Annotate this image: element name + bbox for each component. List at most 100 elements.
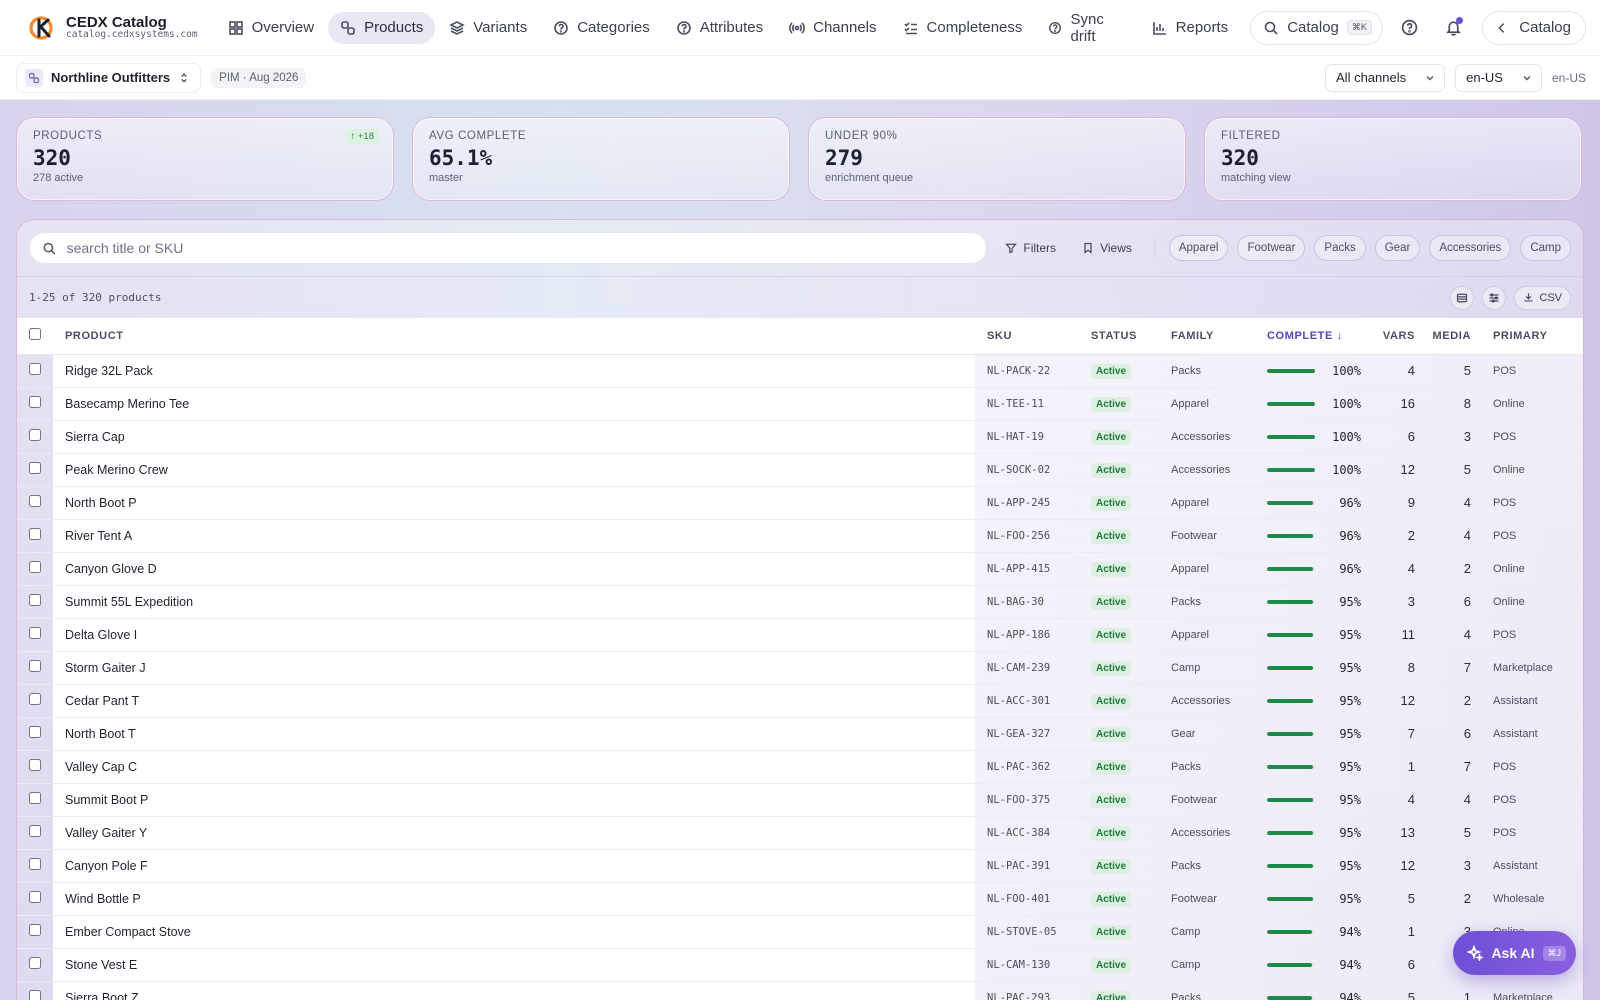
nav-overview[interactable]: Overview [216, 12, 327, 44]
row-checkbox[interactable] [29, 858, 41, 870]
col-header-vars[interactable]: Vars [1367, 318, 1419, 355]
nav-variants[interactable]: Variants [437, 12, 539, 44]
table-row[interactable]: Basecamp Merino Tee NL-TEE-11 Active Appare… [17, 387, 1583, 421]
table-row[interactable]: Summit 55L Expedition NL-BAG-30 Active Pack… [17, 585, 1583, 619]
table-row[interactable]: Summit Boot P NL-FOO-375 Active Footwear 95%… [17, 783, 1583, 817]
product-name[interactable]: Sierra Cap [53, 420, 975, 454]
col-header-primary[interactable]: Primary [1477, 318, 1583, 355]
product-name[interactable]: Basecamp Merino Tee [53, 387, 975, 421]
chip-accessories[interactable]: Accessories [1429, 235, 1512, 261]
row-checkbox[interactable] [29, 825, 41, 837]
nav-products[interactable]: Products [328, 11, 436, 44]
table-row[interactable]: Ember Compact Stove NL-STOVE-05 Active Camp… [17, 915, 1583, 949]
table-row[interactable]: Valley Gaiter Y NL-ACC-384 Active Accessori… [17, 816, 1583, 850]
product-name[interactable]: Summit 55L Expedition [53, 585, 975, 619]
product-name[interactable]: Cedar Pant T [53, 684, 975, 718]
row-checkbox[interactable] [29, 462, 41, 474]
col-header-family[interactable]: Family [1163, 318, 1267, 355]
product-name[interactable]: Canyon Glove D [53, 552, 975, 586]
row-checkbox[interactable] [29, 429, 41, 441]
product-name[interactable]: Wind Bottle P [53, 882, 975, 916]
chip-gear[interactable]: Gear [1374, 235, 1421, 261]
product-name[interactable]: River Tent A [53, 519, 975, 553]
row-checkbox[interactable] [29, 990, 41, 1000]
product-name[interactable]: Valley Gaiter Y [53, 816, 975, 850]
locale-select[interactable]: en-US [1455, 63, 1542, 92]
row-checkbox[interactable] [29, 924, 41, 936]
table-row[interactable]: Cedar Pant T NL-ACC-301 Active Accessories 9… [17, 684, 1583, 718]
row-checkbox[interactable] [29, 792, 41, 804]
table-row[interactable]: North Boot P NL-APP-245 Active Apparel 96% 9 4… [17, 486, 1583, 520]
row-checkbox[interactable] [29, 726, 41, 738]
row-checkbox[interactable] [29, 957, 41, 969]
table-row[interactable]: Canyon Pole F NL-PAC-391 Active Packs 95% 12 3… [17, 849, 1583, 883]
notifications-button[interactable] [1437, 11, 1471, 45]
chip-camp[interactable]: Camp [1520, 235, 1571, 261]
views-button[interactable]: Views [1074, 234, 1140, 262]
table-row[interactable]: Storm Gaiter J NL-CAM-239 Active Camp 95% 8 7 M… [17, 651, 1583, 685]
table-row[interactable]: River Tent A NL-FOO-256 Active Footwear 96% 2… [17, 519, 1583, 553]
select-all-checkbox[interactable] [29, 328, 41, 341]
table-row[interactable]: Stone Vest ENL-CAM-130ActiveCamp94%64POS [17, 948, 1583, 982]
table-row[interactable]: Valley Cap C NL-PAC-362 Active Packs 95% 1 7 PO… [17, 750, 1583, 784]
row-checkbox[interactable] [29, 627, 41, 639]
density-button[interactable] [1450, 285, 1475, 310]
chip-apparel[interactable]: Apparel [1168, 235, 1229, 261]
product-name[interactable]: North Boot T [53, 717, 975, 751]
product-name[interactable]: Peak Merino Crew [53, 453, 975, 487]
product-search-input[interactable] [66, 240, 975, 256]
chip-packs[interactable]: Packs [1314, 235, 1366, 261]
help-button[interactable] [1393, 11, 1427, 45]
table-row[interactable]: Sierra Cap NL-HAT-19 Active Accessories 100%… [17, 420, 1583, 454]
table-row[interactable]: North Boot T NL-GEA-327 Active Gear 95% 7 6 Ass… [17, 717, 1583, 751]
product-name[interactable]: Ridge 32L Pack [53, 354, 975, 388]
row-checkbox[interactable] [29, 528, 41, 540]
col-header-media[interactable]: Media [1419, 318, 1477, 355]
row-checkbox[interactable] [29, 891, 41, 903]
row-checkbox[interactable] [29, 660, 41, 672]
product-name[interactable]: Valley Cap C [53, 750, 975, 784]
row-checkbox[interactable] [29, 561, 41, 573]
table-row[interactable]: Peak Merino Crew NL-SOCK-02 Active Accessor… [17, 453, 1583, 487]
row-checkbox[interactable] [29, 495, 41, 507]
product-name[interactable]: North Boot P [53, 486, 975, 520]
row-checkbox[interactable] [29, 363, 41, 375]
product-name[interactable]: Stone Vest E [53, 948, 975, 982]
col-header-complete[interactable]: Complete ↓ [1267, 318, 1367, 355]
channel-select[interactable]: All channels [1325, 63, 1446, 92]
table-row[interactable]: Wind Bottle P NL-FOO-401 Active Footwear 95%… [17, 882, 1583, 916]
columns-button[interactable] [1482, 285, 1507, 310]
product-name[interactable]: Summit Boot P [53, 783, 975, 817]
product-name[interactable]: Storm Gaiter J [53, 651, 975, 685]
nav-attributes[interactable]: Attributes [664, 12, 775, 44]
col-header-product[interactable]: Product [53, 318, 975, 355]
product-name[interactable]: Delta Glove I [53, 618, 975, 652]
product-name[interactable]: Canyon Pole F [53, 849, 975, 883]
row-checkbox[interactable] [29, 396, 41, 408]
chip-footwear[interactable]: Footwear [1237, 235, 1306, 261]
product-search[interactable] [29, 232, 988, 264]
org-switcher[interactable]: Northline Outfitters [16, 62, 202, 93]
catalog-search-button[interactable]: Catalog ⌘K [1250, 10, 1383, 45]
product-name[interactable]: Sierra Boot Z [53, 981, 975, 1000]
back-to-catalog-button[interactable]: Catalog [1482, 10, 1586, 45]
nav-categories[interactable]: Categories [541, 12, 662, 44]
table-row[interactable]: Sierra Boot Z NL-PAC-293 Active Packs 94% 5 1 M… [17, 981, 1583, 1000]
table-row[interactable]: Delta Glove I NL-APP-186 Active Apparel 95% 1… [17, 618, 1583, 652]
table-row[interactable]: Ridge 32L Pack NL-PACK-22 Active Packs 100% 4… [17, 354, 1583, 388]
table-row[interactable]: Canyon Glove D NL-APP-415 Active Apparel 96%… [17, 552, 1583, 586]
export-csv-button[interactable]: CSV [1514, 285, 1571, 310]
product-name[interactable]: Ember Compact Stove [53, 915, 975, 949]
filters-button[interactable]: Filters [997, 234, 1064, 262]
nav-reports[interactable]: Reports [1140, 12, 1241, 44]
col-header-status[interactable]: Status [1083, 318, 1163, 355]
row-checkbox[interactable] [29, 693, 41, 705]
nav-sync-drift[interactable]: Sync drift [1036, 11, 1137, 45]
ask-ai-button[interactable]: Ask AI ⌘J [1453, 931, 1576, 975]
row-checkbox[interactable] [29, 594, 41, 606]
brand[interactable]: CEDX Catalog catalog.cedxsystems.com [28, 14, 198, 42]
nav-channels[interactable]: Channels [777, 12, 888, 44]
row-checkbox[interactable] [29, 759, 41, 771]
nav-completeness[interactable]: Completeness [891, 12, 1035, 44]
col-header-sku[interactable]: SKU [975, 318, 1083, 355]
